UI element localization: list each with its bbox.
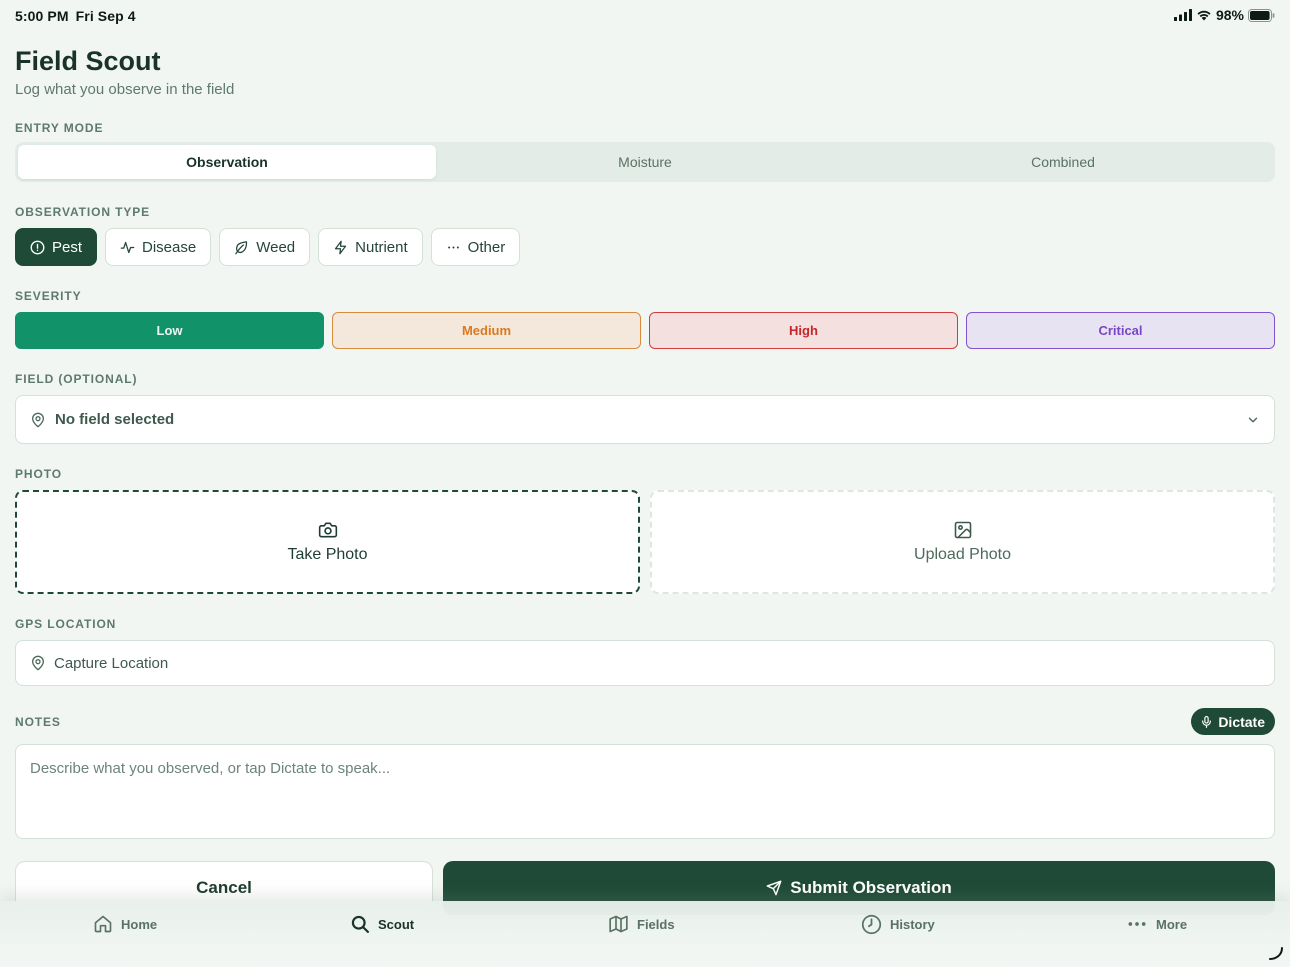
type-chip-other[interactable]: Other: [430, 228, 521, 266]
battery-percent: 98%: [1215, 7, 1244, 23]
alert-circle-icon: [30, 240, 45, 254]
more-horizontal-icon: [1128, 922, 1146, 926]
map-pin-icon: [31, 655, 44, 671]
type-chip-disease[interactable]: Disease: [105, 228, 212, 266]
upload-photo-button[interactable]: Upload Photo: [650, 490, 1275, 594]
page-title: Field Scout: [15, 46, 161, 76]
home-icon: [94, 915, 112, 933]
entry-mode-label: ENTRY MODE: [15, 121, 104, 135]
tab-label: Fields: [637, 916, 675, 932]
observation-type-chips: Pest Disease Weed Nutrient Other: [15, 228, 521, 266]
capture-location-label: Capture Location: [54, 654, 169, 672]
dictate-button[interactable]: Dictate: [1191, 708, 1275, 735]
battery-icon: [1248, 8, 1275, 22]
gps-label: GPS LOCATION: [15, 617, 117, 631]
tab-label: History: [890, 917, 935, 932]
image-icon: [954, 521, 971, 539]
take-photo-button[interactable]: Take Photo: [15, 490, 640, 594]
entry-mode-combined[interactable]: Combined: [854, 145, 1272, 179]
take-photo-label: Take Photo: [287, 546, 368, 563]
tab-more[interactable]: More: [1126, 914, 1187, 934]
tab-label: Scout: [378, 916, 415, 932]
tab-history[interactable]: History: [861, 914, 935, 935]
type-chip-label: Weed: [256, 238, 296, 256]
status-bar: 5:00 PM Fri Sep 4 98%: [0, 0, 1290, 30]
severity-label: SEVERITY: [15, 289, 82, 303]
status-indicators: 98%: [1173, 7, 1275, 23]
dictate-label: Dictate: [1218, 713, 1265, 730]
severity-high-button[interactable]: High: [649, 312, 958, 349]
camera-icon: [318, 522, 337, 538]
map-pin-icon: [31, 412, 44, 427]
entry-mode-observation[interactable]: Observation: [18, 145, 436, 179]
severity-medium-button[interactable]: Medium: [332, 312, 641, 349]
upload-photo-label: Upload Photo: [914, 546, 1011, 563]
status-time-date: 5:00 PM Fri Sep 4: [15, 8, 136, 24]
cellular-signal-icon: [1173, 9, 1192, 21]
observation-type-label: OBSERVATION TYPE: [15, 205, 151, 219]
capture-location-button[interactable]: Capture Location: [15, 640, 1275, 686]
leaf-icon: [235, 240, 248, 254]
type-chip-label: Other: [467, 238, 506, 256]
entry-mode-segmented-control: Observation Moisture Combined: [15, 142, 1275, 182]
more-horizontal-icon: [447, 246, 459, 248]
tab-label: Home: [121, 916, 158, 932]
severity-selector: Low Medium High Critical: [15, 312, 1275, 349]
zap-icon: [335, 240, 347, 254]
type-chip-weed[interactable]: Weed: [219, 228, 311, 266]
microphone-icon: [1202, 715, 1212, 728]
severity-critical-button[interactable]: Critical: [966, 312, 1275, 349]
chevron-down-icon: [1248, 417, 1258, 422]
map-icon: [609, 915, 628, 933]
type-chip-pest[interactable]: Pest: [15, 228, 98, 266]
wifi-icon: [1197, 10, 1211, 21]
page-subtitle: Log what you observe in the field: [15, 81, 235, 98]
field-select-value: No field selected: [55, 411, 175, 428]
field-label: FIELD (OPTIONAL): [15, 372, 138, 386]
type-chip-nutrient[interactable]: Nutrient: [318, 228, 423, 266]
tab-label: More: [1156, 916, 1188, 932]
status-time: 5:00 PM: [15, 8, 69, 24]
photo-options: Take Photo Upload Photo: [15, 490, 1275, 594]
tab-scout[interactable]: Scout: [350, 914, 414, 934]
tab-home[interactable]: Home: [93, 914, 157, 934]
type-chip-label: Nutrient: [355, 238, 408, 256]
notes-label: NOTES: [15, 715, 61, 729]
type-chip-label: Pest: [52, 238, 83, 256]
notes-textarea[interactable]: [15, 744, 1275, 839]
clock-icon: [861, 914, 882, 935]
type-chip-label: Disease: [142, 238, 197, 256]
entry-mode-moisture[interactable]: Moisture: [436, 145, 854, 179]
field-select[interactable]: No field selected: [15, 395, 1275, 444]
submit-observation-label: Submit Observation: [790, 878, 952, 897]
activity-icon: [120, 241, 135, 253]
tab-fields[interactable]: Fields: [608, 914, 675, 934]
status-date: Fri Sep 4: [75, 8, 136, 24]
search-icon: [351, 915, 369, 933]
resize-handle-icon: [1269, 947, 1283, 960]
severity-low-button[interactable]: Low: [15, 312, 324, 349]
send-icon: [766, 880, 782, 896]
field-scout-screen: 5:00 PM Fri Sep 4 98% Field Scout Log wh…: [0, 0, 1290, 967]
photo-label: PHOTO: [15, 467, 62, 481]
bottom-tab-bar: Home Scout Fields History More: [0, 901, 1290, 967]
